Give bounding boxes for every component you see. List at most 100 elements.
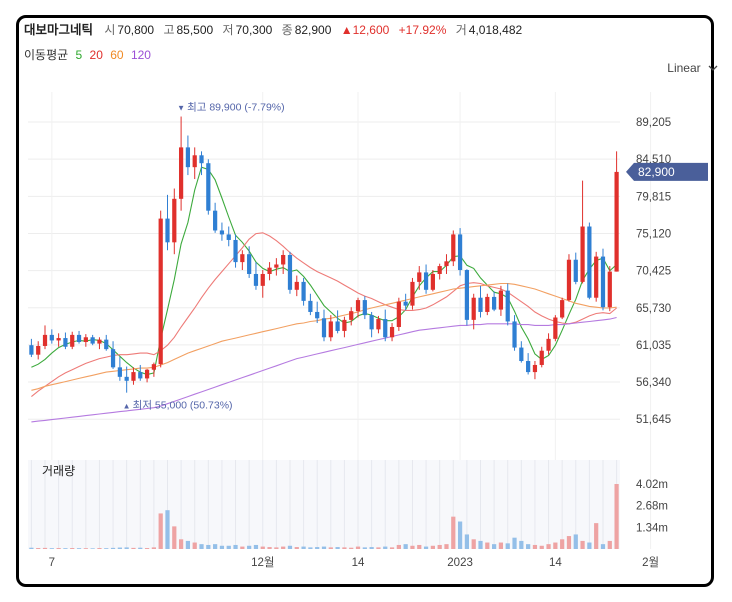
volume-bar [172, 526, 177, 549]
candle-body [151, 364, 156, 370]
volume-bar [498, 542, 504, 549]
candle-body [274, 264, 279, 268]
candle-body [63, 338, 68, 347]
candles [29, 116, 619, 393]
candle-body [396, 301, 401, 327]
candle-body [192, 155, 197, 168]
candle-body [560, 300, 565, 318]
candle-body [321, 318, 327, 338]
volume-bar [63, 548, 68, 549]
volume-bar [607, 540, 612, 549]
candle-body [389, 326, 395, 338]
volume-bar [587, 542, 592, 549]
volume-bar [580, 540, 585, 549]
volume-pane [28, 460, 620, 549]
volume-bar [573, 534, 578, 549]
candle-body [423, 272, 429, 290]
candle-body [478, 297, 483, 312]
candle-body [376, 319, 381, 330]
candle-body [451, 234, 456, 262]
volume-tick-label: 2.68m [636, 501, 668, 513]
candle-body [580, 226, 585, 282]
volume-bar [539, 545, 544, 549]
candle-body [110, 349, 116, 368]
candle-body [349, 311, 354, 320]
volume-bar [76, 548, 82, 549]
high-annotation: 최고 89,900 (-7.79%) [187, 102, 285, 114]
candle-body [240, 254, 245, 263]
candle-body [471, 297, 476, 320]
candle-body [36, 345, 41, 355]
high-marker-icon: ▼ [177, 104, 185, 113]
volume-bar [178, 539, 184, 549]
candle-body [260, 273, 265, 286]
candle-body [247, 254, 252, 274]
volume-bar [247, 545, 252, 549]
volume-bar [56, 548, 61, 549]
volume-bar [287, 545, 293, 549]
volume-bar [144, 548, 150, 549]
volume-bar [464, 534, 470, 549]
y-tick-label: 65,730 [636, 303, 671, 315]
candle-body [213, 210, 218, 231]
candle-body [457, 234, 463, 271]
volume-bar [213, 544, 218, 549]
volume-bar [206, 544, 211, 549]
candle-body [42, 334, 48, 346]
volume-bar [110, 547, 116, 549]
candle-body [526, 361, 531, 373]
candle-body [362, 300, 367, 316]
candle-body [417, 272, 422, 282]
candle-body [124, 376, 129, 381]
candle-body [267, 267, 272, 274]
volume-bar [417, 544, 422, 549]
annotations: 최고 89,900 (-7.79%) 최저 55,000 (50.73%) ▼ … [123, 102, 285, 412]
volume-bar [526, 544, 531, 549]
volume-bar [553, 542, 558, 549]
volume-bar [124, 547, 129, 549]
candle-body [294, 281, 299, 290]
candle-body [492, 296, 497, 310]
volume-bar [423, 546, 429, 549]
volume-background [28, 460, 620, 549]
candle-body [90, 337, 95, 344]
volume-bar [42, 547, 48, 549]
volume-bar [355, 546, 361, 549]
volume-bar [349, 547, 354, 549]
volume-bar [321, 546, 327, 549]
volume-bar [315, 547, 320, 549]
y-tick-label: 75,120 [636, 228, 671, 240]
x-tick-label: 14 [352, 557, 365, 569]
volume-bar [457, 521, 463, 549]
volume-bar [36, 548, 41, 549]
volume-bar [104, 548, 109, 549]
volume-bar [158, 513, 163, 549]
price-chart[interactable]: 89,20584,51079,81575,12070,42565,73061,0… [0, 0, 732, 602]
candle-body [83, 337, 88, 343]
candle-body [342, 319, 347, 331]
candle-body [172, 198, 177, 243]
volume-bar [165, 510, 170, 549]
volume-bar [403, 544, 408, 549]
y-tick-label: 56,340 [636, 377, 671, 389]
volume-bar [410, 545, 415, 549]
volume-bar [560, 539, 565, 549]
candle-body [532, 364, 538, 373]
candle-body [97, 339, 102, 344]
volume-bar [274, 547, 279, 549]
volume-bar [437, 544, 442, 549]
candle-body [287, 254, 293, 290]
moving-average-lines [31, 166, 617, 423]
volume-bar [301, 546, 306, 549]
candle-body [369, 315, 374, 330]
time-axis: 712월142023142월143월14 [49, 556, 659, 569]
volume-bar [226, 545, 231, 549]
candle-body [56, 338, 61, 341]
candle-body [219, 230, 225, 235]
volume-bar [294, 547, 299, 549]
volume-bar [219, 545, 225, 549]
volume-axis: 4.02m 2.68m 1.34m [636, 479, 668, 534]
x-tick-label: 2023 [447, 557, 473, 569]
candle-body [505, 290, 510, 322]
volume-bar [614, 484, 619, 549]
